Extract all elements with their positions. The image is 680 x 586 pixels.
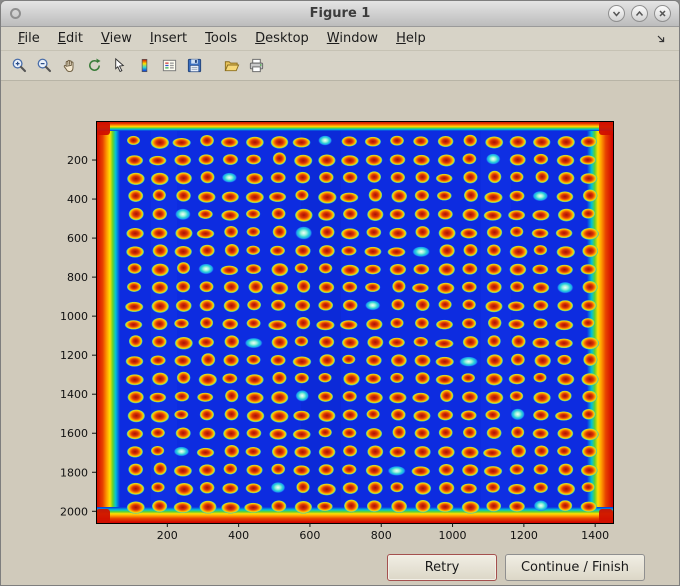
figure-canvas: 200 400 600 800 1000 1200 1400 200 400 600 800 1000…	[1, 81, 679, 585]
rotate-3d-icon	[88, 58, 101, 71]
svg-text:200: 200	[157, 529, 178, 542]
menu-window[interactable]: Window	[318, 29, 387, 48]
close-button[interactable]	[654, 5, 671, 22]
save-button[interactable]	[182, 54, 206, 78]
zoom-in-button[interactable]	[7, 54, 31, 78]
rotate-3d-button[interactable]	[82, 54, 106, 78]
svg-text:1400: 1400	[581, 529, 609, 542]
svg-text:1200: 1200	[60, 349, 88, 362]
chevron-down-icon	[612, 11, 621, 17]
colorbar-icon	[141, 58, 147, 73]
titlebar[interactable]: Figure 1	[1, 1, 679, 27]
open-button[interactable]	[219, 54, 243, 78]
minimize-button[interactable]	[608, 5, 625, 22]
zoom-in-icon	[12, 58, 26, 73]
svg-text:600: 600	[67, 232, 88, 245]
dock-figure-button[interactable]	[655, 33, 667, 45]
menu-view[interactable]: View	[92, 29, 141, 48]
data-cursor-button[interactable]	[107, 54, 131, 78]
open-folder-icon	[224, 61, 239, 72]
menubar: File Edit View Insert Tools Desktop Wind…	[1, 27, 679, 51]
svg-text:400: 400	[228, 529, 249, 542]
svg-text:400: 400	[67, 193, 88, 206]
maximize-button[interactable]	[631, 5, 648, 22]
print-button[interactable]	[244, 54, 268, 78]
svg-text:1000: 1000	[60, 310, 88, 323]
data-cursor-icon	[114, 57, 124, 73]
pan-hand-icon	[63, 59, 73, 73]
printer-icon	[249, 58, 263, 73]
save-floppy-icon	[187, 58, 201, 73]
menu-tools[interactable]: Tools	[196, 29, 246, 48]
svg-text:1200: 1200	[510, 529, 538, 542]
pan-button[interactable]	[57, 54, 81, 78]
svg-text:200: 200	[67, 154, 88, 167]
legend-icon	[162, 59, 176, 72]
menu-desktop[interactable]: Desktop	[246, 29, 318, 48]
svg-text:2000: 2000	[60, 505, 88, 518]
chevron-up-icon	[635, 10, 644, 16]
svg-text:1000: 1000	[439, 529, 467, 542]
colorbar-button[interactable]	[132, 54, 156, 78]
figure-plot[interactable]: 200 400 600 800 1000 1200 1400 200 400 600 800 1000…	[1, 81, 680, 586]
svg-text:800: 800	[67, 271, 88, 284]
continue-finish-button[interactable]: Continue / Finish	[505, 554, 645, 581]
window-title: Figure 1	[309, 6, 371, 21]
svg-text:600: 600	[299, 529, 320, 542]
svg-text:1800: 1800	[60, 466, 88, 479]
menu-insert[interactable]: Insert	[141, 29, 196, 48]
zoom-out-icon	[37, 58, 51, 73]
retry-button[interactable]: Retry	[387, 554, 497, 581]
figure-window: Figure 1 File Edit View Insert Tools Des…	[0, 0, 680, 586]
image-layer	[96, 121, 613, 523]
window-menu-icon[interactable]	[10, 8, 21, 19]
figure-toolbar	[1, 51, 679, 81]
legend-button[interactable]	[157, 54, 181, 78]
dock-arrow-icon	[657, 35, 665, 42]
window-controls	[608, 5, 671, 22]
menu-edit[interactable]: Edit	[49, 29, 92, 48]
menu-file[interactable]: File	[9, 29, 49, 48]
svg-text:1400: 1400	[60, 388, 88, 401]
menu-help[interactable]: Help	[387, 29, 435, 48]
svg-text:800: 800	[371, 529, 392, 542]
svg-text:1600: 1600	[60, 427, 88, 440]
zoom-out-button[interactable]	[32, 54, 56, 78]
close-icon	[659, 10, 666, 17]
